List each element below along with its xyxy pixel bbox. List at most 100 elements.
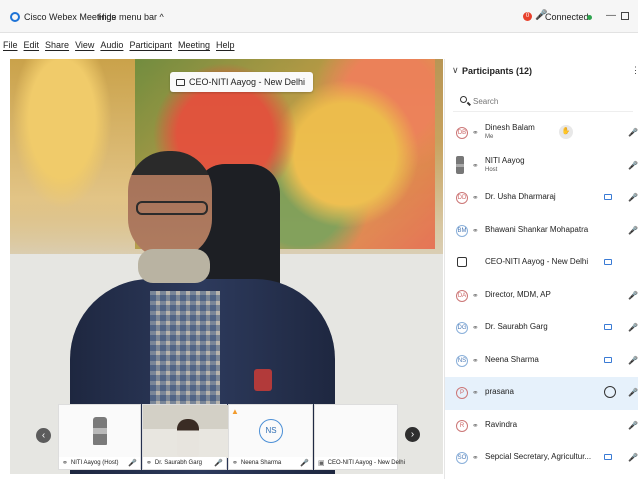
search-icon <box>460 96 467 103</box>
active-speaker-name: CEO-NITI Aayog - New Delhi <box>189 77 306 87</box>
participant-row[interactable]: R ⚭ Ravindra 🎤 <box>445 410 638 443</box>
participant-avatar: NS <box>456 354 468 367</box>
search-input[interactable] <box>473 94 623 108</box>
thumbnail-ceo-niti-aayog[interactable]: ▣ CEO-NITI Aayog - New Delhi <box>314 404 405 470</box>
thumbnails-prev-button[interactable]: ‹ <box>36 428 51 443</box>
mic-muted-icon[interactable]: 🎤 <box>628 226 638 235</box>
notification-badge[interactable]: 0 <box>523 12 532 21</box>
chat-icon[interactable] <box>604 386 616 398</box>
mic-muted-icon[interactable]: 🎤 <box>628 421 638 430</box>
participant-avatar: DA <box>456 289 468 302</box>
mic-icon: ⚭ <box>472 355 479 365</box>
participant-role: Me <box>485 134 494 140</box>
connection-status: Connected <box>545 12 589 22</box>
mic-icon: ⚭ <box>472 453 479 462</box>
menu-meeting[interactable]: Meeting <box>175 40 213 54</box>
mic-muted-icon[interactable]: 🎤 <box>628 388 638 397</box>
thumbnail-caption: ▣ CEO-NITI Aayog - New Delhi <box>315 457 405 469</box>
participant-name: CEO-NITI Aayog - New Delhi <box>485 257 589 266</box>
participant-row[interactable]: CEO-NITI Aayog - New Delhi <box>445 247 638 280</box>
thumbnails-next-button[interactable]: › <box>405 427 420 442</box>
thumbnail-person <box>177 419 199 457</box>
participant-name: Director, MDM, AP <box>485 289 551 299</box>
mic-icon: ⚭ <box>472 193 479 202</box>
participant-search[interactable] <box>453 92 633 112</box>
participant-name: Bhawani Shankar Mohapatra <box>485 224 589 234</box>
thumbnail-name: Dr. Saurabh Garg <box>154 460 202 466</box>
mic-muted-icon[interactable]: 🎤 <box>628 323 638 332</box>
mic-muted-icon[interactable]: 🎤 <box>628 291 638 300</box>
thumbnail-niti-aayog[interactable]: ⚭ NITI Aayog (Host) 🎤 <box>58 404 141 470</box>
mic-muted-icon: 🎤 <box>300 460 309 467</box>
background-painting-left <box>10 59 140 259</box>
menu-file[interactable]: File <box>0 40 21 54</box>
mic-icon: ⚭ <box>232 460 238 467</box>
mic-icon: ⚭ <box>472 128 479 137</box>
connected-dot-icon <box>587 15 592 20</box>
mic-icon: ⚭ <box>472 225 479 235</box>
maximize-button[interactable] <box>621 12 629 20</box>
participant-name: Sepcial Secretary, Agricultur... <box>485 452 592 461</box>
participant-row[interactable]: DG ⚭ Dr. Saurabh Garg 🎤 <box>445 312 638 345</box>
video-icon[interactable] <box>604 194 612 200</box>
participant-row[interactable]: DB ⚭ Dinesh Balam Me ✋ 🎤 <box>445 117 638 150</box>
participant-avatar: DG <box>456 322 468 334</box>
menu-help[interactable]: Help <box>213 40 238 54</box>
raise-hand-icon[interactable]: ✋ <box>559 125 573 139</box>
participant-name: prasana <box>485 387 514 396</box>
participant-row[interactable]: SO ⚭ Sepcial Secretary, Agricultur... 🎤 <box>445 442 638 475</box>
participant-row[interactable]: BM ⚭ Bhawani Shankar Mohapatra 🎤 <box>445 215 638 248</box>
thumbnail-caption: ⚭ NITI Aayog (Host) 🎤 <box>59 457 140 469</box>
participant-row[interactable]: NS ⚭ Neena Sharma 🎤 <box>445 345 638 378</box>
mic-muted-icon[interactable]: 🎤 <box>628 356 638 365</box>
speaker-glasses <box>136 201 208 215</box>
thumbnail-name: Neena Sharma <box>240 460 282 466</box>
participant-avatar: DD <box>456 192 468 204</box>
participant-name: Neena Sharma <box>485 354 539 364</box>
menu-audio[interactable]: Audio <box>97 40 126 54</box>
mic-muted-icon[interactable]: 🎤 <box>628 453 638 462</box>
thumbnail-neena-sharma[interactable]: ▲ NS ⚭ Neena Sharma 🎤 <box>228 404 313 470</box>
thumbnail-saurabh-garg[interactable]: ⚭ Dr. Saurabh Garg 🎤 <box>142 404 228 470</box>
participant-row[interactable]: DA ⚭ Director, MDM, AP 🎤 <box>445 280 638 313</box>
hide-menu-button[interactable]: Hide menu bar ^ <box>98 12 164 22</box>
minimize-button[interactable]: — <box>606 10 616 21</box>
national-emblem-icon <box>93 417 107 445</box>
video-icon[interactable] <box>604 356 612 363</box>
participant-row[interactable]: P ⚭ prasana 🎤 <box>445 377 638 410</box>
participant-avatar: SO <box>456 452 468 464</box>
menu-view[interactable]: View <box>72 40 97 54</box>
speaker-mask <box>138 249 210 283</box>
collapse-chevron-icon[interactable]: ∨ <box>452 65 459 76</box>
more-options-icon[interactable]: ⋮ <box>631 65 638 76</box>
participant-avatar: DB <box>456 127 468 139</box>
thumbnail-name: CEO-NITI Aayog - New Delhi <box>327 460 405 466</box>
mic-muted-icon[interactable]: 🎤 <box>628 161 638 170</box>
mic-icon: ⚭ <box>472 160 479 170</box>
participant-list: DB ⚭ Dinesh Balam Me ✋ 🎤 ⚭ NITI Aayog Ho… <box>445 117 638 475</box>
participant-name: Ravindra <box>485 419 518 429</box>
participants-header[interactable]: ∨ Participants (12) ⋮ <box>445 65 638 81</box>
participant-name: Dinesh Balam <box>485 123 535 132</box>
participant-row[interactable]: DD ⚭ Dr. Usha Dharmaraj 🎤 <box>445 182 638 215</box>
mic-icon: ⚭ <box>472 290 479 300</box>
video-icon[interactable] <box>604 259 612 265</box>
mic-muted-icon: 🎤 <box>214 460 223 467</box>
participant-row[interactable]: ⚭ NITI Aayog Host 🎤 <box>445 150 638 183</box>
active-speaker-label: CEO-NITI Aayog - New Delhi <box>170 72 314 92</box>
menu-share[interactable]: Share <box>42 40 72 54</box>
menu-edit[interactable]: Edit <box>21 40 43 54</box>
national-emblem-icon <box>456 155 464 174</box>
mic-muted-icon[interactable]: 🎤 <box>628 193 638 202</box>
thumbnail-avatar: NS <box>259 419 283 443</box>
video-icon[interactable] <box>604 324 612 330</box>
video-icon[interactable] <box>604 454 612 460</box>
video-system-icon: ▣ <box>318 460 325 467</box>
menu-participant[interactable]: Participant <box>126 40 175 54</box>
participant-name: NITI Aayog <box>485 155 525 165</box>
mic-muted-icon[interactable]: 🎤 <box>628 128 638 137</box>
mic-icon: ⚭ <box>472 420 479 430</box>
participant-name: Dr. Saurabh Garg <box>485 322 548 331</box>
webex-logo-icon <box>10 12 20 22</box>
thumbnail-caption: ⚭ Dr. Saurabh Garg 🎤 <box>143 457 226 469</box>
